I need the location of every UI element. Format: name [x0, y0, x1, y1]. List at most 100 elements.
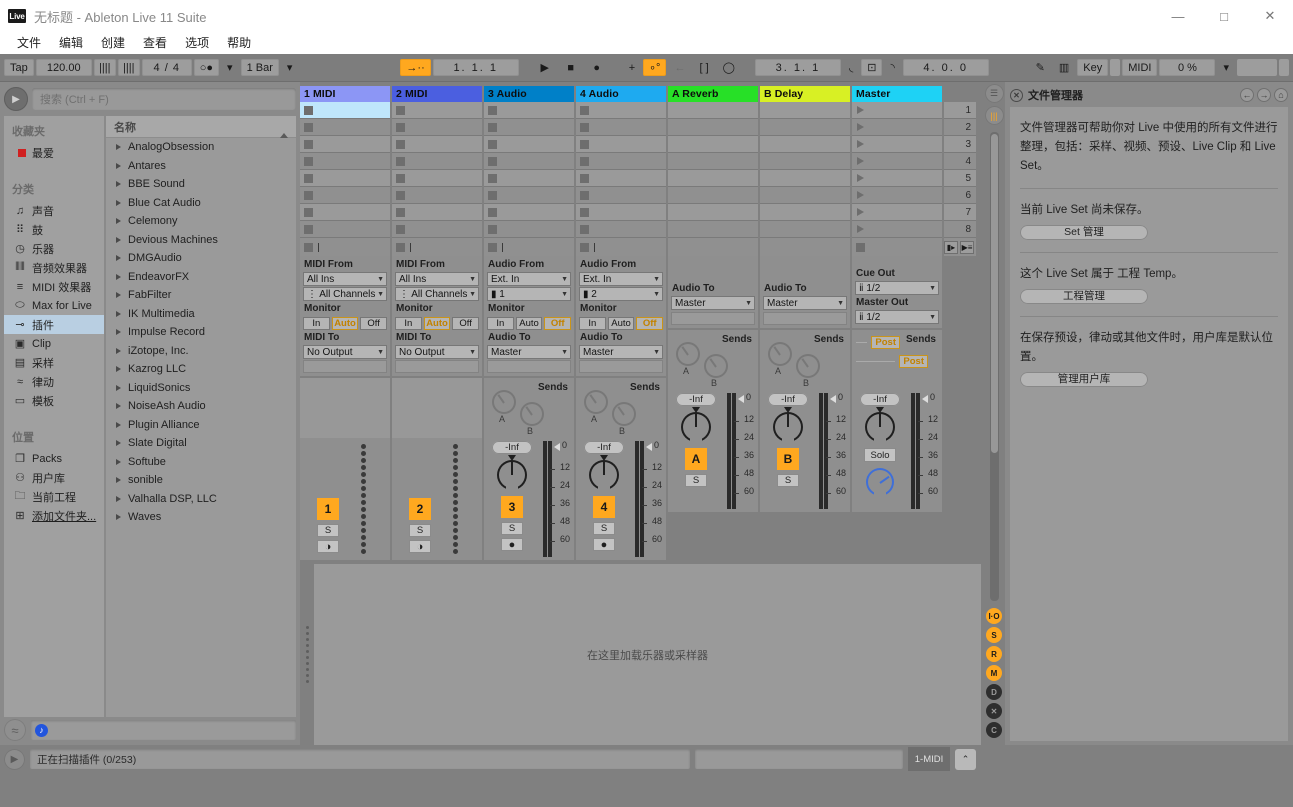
- list-item[interactable]: NoiseAsh Audio: [106, 397, 296, 416]
- returns-toggle[interactable]: R: [986, 646, 1002, 662]
- chevron-right-icon[interactable]: [116, 292, 121, 299]
- list-item[interactable]: Antares: [106, 157, 296, 176]
- new-button[interactable]: +: [623, 59, 641, 76]
- arm-record-button[interactable]: ◑: [317, 540, 339, 553]
- chevron-right-icon[interactable]: [116, 495, 121, 502]
- monitor-off-button[interactable]: Off: [360, 317, 388, 330]
- clip-slot[interactable]: [392, 102, 482, 119]
- clip-stop-icon[interactable]: [304, 207, 313, 217]
- menu-view[interactable]: 查看: [134, 32, 176, 54]
- volume-display[interactable]: -Inf: [768, 393, 808, 406]
- stop-clip-icon[interactable]: [396, 242, 405, 252]
- list-item[interactable]: IK Multimedia: [106, 305, 296, 324]
- clip-slot[interactable]: [392, 221, 482, 238]
- scene-launch-slot[interactable]: [852, 136, 942, 153]
- chevron-right-icon[interactable]: [116, 236, 121, 243]
- chevron-right-icon[interactable]: [116, 384, 121, 391]
- send-a-knob[interactable]: [768, 342, 792, 366]
- track-activator-button[interactable]: 4: [593, 496, 615, 518]
- chevron-right-icon[interactable]: [116, 366, 121, 373]
- clip-slot[interactable]: [760, 136, 850, 153]
- loop-length-field[interactable]: 4. 0. 0: [902, 59, 989, 76]
- input-channel-chooser[interactable]: ▮ 2 ▼: [579, 287, 663, 301]
- track-stop-row[interactable]: [300, 238, 390, 256]
- chevron-right-icon[interactable]: [116, 310, 121, 317]
- input-type-chooser[interactable]: All Ins ▼: [395, 272, 479, 286]
- punch-in-icon[interactable]: ◟: [843, 59, 859, 76]
- clip-slot[interactable]: [300, 221, 390, 238]
- chevron-down-icon[interactable]: ▼: [469, 276, 476, 283]
- scene-play-icon[interactable]: [857, 140, 864, 148]
- list-item[interactable]: LiquidSonics: [106, 379, 296, 398]
- sidebar-item-favorites[interactable]: 最爱: [4, 143, 104, 162]
- output-channel-chooser[interactable]: [395, 360, 479, 373]
- clip-slot[interactable]: [668, 136, 758, 153]
- clip-stop-icon[interactable]: [304, 190, 313, 200]
- crossfade-toggle[interactable]: ✕: [986, 703, 1002, 719]
- clip-stop-icon[interactable]: [488, 207, 497, 217]
- delay-toggle[interactable]: D: [986, 684, 1002, 700]
- capture-brackets-icon[interactable]: [ ]: [693, 59, 714, 76]
- track-activator-button[interactable]: 2: [409, 498, 431, 520]
- close-icon[interactable]: ✕: [1010, 89, 1023, 102]
- monitor-in-button[interactable]: In: [303, 317, 330, 330]
- loop-start-field[interactable]: 3. 1. 1: [754, 59, 841, 76]
- clip-slot[interactable]: [576, 119, 666, 136]
- clip-slot[interactable]: [300, 170, 390, 187]
- clip-stop-icon[interactable]: [580, 190, 589, 200]
- list-item[interactable]: EndeavorFX: [106, 268, 296, 287]
- menu-options[interactable]: 选项: [176, 32, 218, 54]
- list-item[interactable]: Devious Machines: [106, 231, 296, 250]
- stop-all-clips-icon[interactable]: [856, 242, 865, 252]
- clip-stop-icon[interactable]: [580, 139, 589, 149]
- clip-slot[interactable]: [668, 119, 758, 136]
- list-item[interactable]: DMGAudio: [106, 249, 296, 268]
- clip-stop-icon[interactable]: [304, 156, 313, 166]
- track-activator-button[interactable]: 3: [501, 496, 523, 518]
- clip-stop-icon[interactable]: [396, 122, 405, 132]
- clip-stop-icon[interactable]: [304, 139, 313, 149]
- stop-clip-icon[interactable]: [488, 242, 497, 252]
- input-channel-chooser[interactable]: ▮ 1 ▼: [487, 287, 571, 301]
- list-item[interactable]: Waves: [106, 508, 296, 527]
- clip-slot[interactable]: [484, 221, 574, 238]
- scene-number[interactable]: 1: [944, 102, 976, 119]
- manage-project-button[interactable]: 工程管理: [1020, 288, 1148, 304]
- list-item[interactable]: Valhalla DSP, LLC: [106, 490, 296, 509]
- chevron-right-icon[interactable]: [116, 199, 121, 206]
- chevron-down-icon[interactable]: ▼: [561, 291, 568, 298]
- stop-button[interactable]: ■: [559, 59, 583, 76]
- clip-stop-icon[interactable]: [304, 224, 313, 234]
- arrangement-position-field[interactable]: 1. 1. 1: [432, 59, 519, 76]
- chevron-right-icon[interactable]: [116, 329, 121, 336]
- clip-slot[interactable]: [484, 153, 574, 170]
- chevron-down-icon[interactable]: ▼: [377, 349, 384, 356]
- clip-stop-icon[interactable]: [396, 207, 405, 217]
- list-item[interactable]: BBE Sound: [106, 175, 296, 194]
- chevron-down-icon[interactable]: ▼: [929, 314, 936, 321]
- solo-button[interactable]: S: [685, 474, 707, 487]
- track-name[interactable]: 2 MIDI: [392, 86, 482, 102]
- output-channel-chooser[interactable]: [487, 360, 571, 373]
- sidebar-item-sounds[interactable]: ♫ 声音: [4, 201, 104, 220]
- scene-play-icon[interactable]: [857, 208, 864, 216]
- monitor-auto-button[interactable]: Auto: [607, 317, 635, 330]
- list-item[interactable]: AnalogObsession: [106, 138, 296, 157]
- clip-stop-icon[interactable]: [488, 122, 497, 132]
- sidebar-item-clip[interactable]: ▣ Clip: [4, 334, 104, 353]
- menu-help[interactable]: 帮助: [218, 32, 260, 54]
- device-drag-handle[interactable]: [300, 564, 314, 745]
- input-channel-chooser[interactable]: ⋮ All Channels ▼: [303, 287, 387, 301]
- master-stop-row[interactable]: [852, 238, 942, 256]
- scene-launch-icon[interactable]: ▶≡: [960, 240, 974, 254]
- clip-slot[interactable]: [576, 187, 666, 204]
- chevron-down-icon[interactable]: ▼: [837, 300, 844, 307]
- chevron-right-icon[interactable]: [116, 255, 121, 262]
- scene-play-icon[interactable]: [857, 123, 864, 131]
- clip-stop-icon[interactable]: [580, 156, 589, 166]
- cue-out-chooser[interactable]: ⅱ 1/2 ▼: [855, 281, 939, 295]
- scene-number[interactable]: 5: [944, 170, 976, 187]
- scene-launch-slot[interactable]: [852, 204, 942, 221]
- track-activator-button[interactable]: 1: [317, 498, 339, 520]
- sidebar-item-packs[interactable]: ❐ Packs: [4, 449, 104, 468]
